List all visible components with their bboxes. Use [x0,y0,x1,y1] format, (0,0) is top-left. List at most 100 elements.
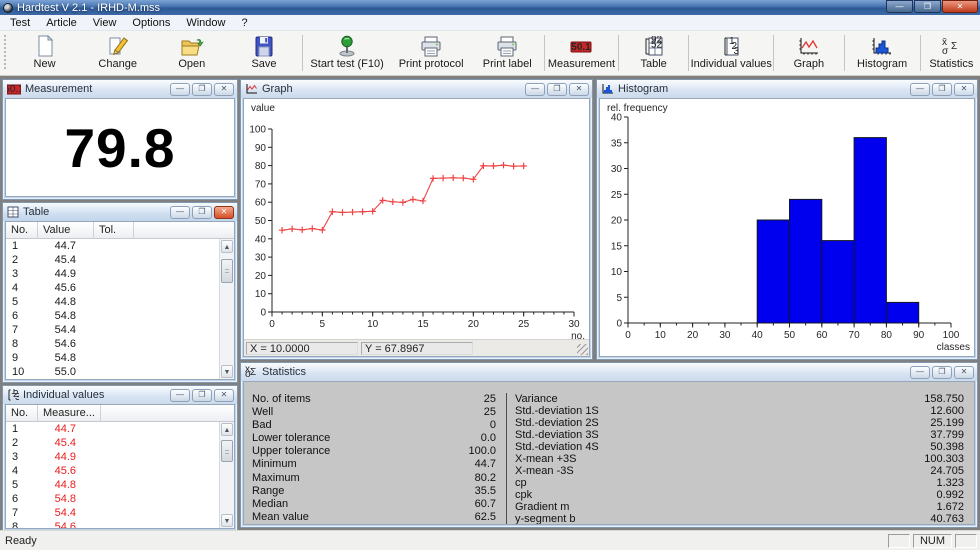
column-header-tol[interactable]: Tol. [94,222,134,238]
statistic-value: 37.799 [930,429,964,441]
statistic-label: X-mean +3S [515,453,576,465]
statistic-label: Bad [252,419,272,432]
close-button[interactable]: ✕ [954,366,974,379]
column-header-no[interactable]: No. [6,405,38,421]
statistics-window-titlebar[interactable]: x̄Σσ Statistics — ❐ ✕ [241,363,977,381]
svg-text:100: 100 [943,330,960,341]
print-label-button[interactable]: Print label [473,31,542,75]
menu-article[interactable]: Article [38,16,85,30]
change-button[interactable]: Change [80,31,155,75]
close-button[interactable]: ✕ [214,389,234,402]
close-button[interactable]: ✕ [214,206,234,219]
column-header-no[interactable]: No. [6,222,38,238]
scroll-down-arrow-icon[interactable]: ▼ [221,514,233,527]
statistic-label: Minimum [252,458,297,471]
resize-grip[interactable] [577,344,588,355]
app-titlebar[interactable]: Hardtest V 2.1 - IRHD-M.mss — ❐ ✕ [0,0,980,15]
scrollbar-thumb[interactable] [221,440,233,462]
menu-window[interactable]: Window [178,16,233,30]
start-test-button[interactable]: Start test (F10) [305,31,390,75]
maximize-button[interactable]: ❐ [192,389,212,402]
svg-text:35: 35 [611,138,623,149]
list-item[interactable]: 5 44.8 [6,295,219,309]
list-item[interactable]: 5 44.8 [6,478,219,492]
status-pane-num: NUM [913,534,952,548]
app-maximize-button[interactable]: ❐ [914,0,941,13]
statistics-view-button[interactable]: x̄Σσ Statistics [923,31,980,75]
minimize-button[interactable]: — [910,83,930,96]
list-item[interactable]: 1 44.7 [6,422,219,436]
histogram-view-button[interactable]: Histogram [846,31,917,75]
scroll-up-arrow-icon[interactable]: ▲ [221,240,233,253]
maximize-button[interactable]: ❐ [192,83,212,96]
column-header-measure[interactable]: Measure... [38,405,101,421]
list-item[interactable]: 1 44.7 [6,239,219,253]
window-title: Table [23,206,166,218]
row-value: 44.8 [38,296,76,308]
column-header-value[interactable]: Value [38,222,94,238]
print-protocol-button[interactable]: Print protocol [390,31,473,75]
menu-options[interactable]: Options [124,16,178,30]
list-item[interactable]: 10 55.0 [6,365,219,379]
app-close-button[interactable]: ✕ [942,0,978,13]
list-item[interactable]: 7 54.4 [6,506,219,520]
list-item[interactable]: 4 45.6 [6,464,219,478]
histogram-window-titlebar[interactable]: Histogram — ❐ ✕ [597,80,977,98]
menu-view[interactable]: View [85,16,125,30]
statistics-content: No. of items 25 Well 25 Bad 0 Lower tole… [243,381,975,525]
list-item[interactable]: 6 54.8 [6,309,219,323]
statistic-row: Well 25 [252,406,496,419]
table-view-button[interactable]: 9252 Table [621,31,686,75]
list-item[interactable]: 2 45.4 [6,436,219,450]
toolbar-grip[interactable] [3,35,8,71]
table-grid-icon: 9252 [644,33,664,57]
maximize-button[interactable]: ❐ [547,83,567,96]
close-button[interactable]: ✕ [954,83,974,96]
list-item[interactable]: 8 54.6 [6,337,219,351]
minimize-button[interactable]: — [910,366,930,379]
measurement-view-button[interactable]: 50.1 Measurement [547,31,616,75]
list-item[interactable]: 9 54.8 [6,351,219,365]
minimize-button[interactable]: — [525,83,545,96]
list-item[interactable]: 2 45.4 [6,253,219,267]
minimize-button[interactable]: — [170,206,190,219]
graph-view-button[interactable]: Graph [776,31,841,75]
list-item[interactable]: 3 44.9 [6,450,219,464]
save-button[interactable]: Save [228,31,299,75]
new-button[interactable]: New [9,31,80,75]
menu-test[interactable]: Test [2,16,38,30]
close-button[interactable]: ✕ [569,83,589,96]
measurement-window: 50.1 Measurement — ❐ ✕ 79.8 [2,79,238,200]
scrollbar-thumb[interactable] [221,259,233,283]
list-item[interactable]: 4 45.6 [6,281,219,295]
svg-text:30: 30 [255,253,267,264]
svg-text:60: 60 [255,198,267,209]
close-button[interactable]: ✕ [214,83,234,96]
maximize-button[interactable]: ❐ [932,366,952,379]
row-number: 8 [6,338,38,350]
minimize-button[interactable]: — [170,83,190,96]
scroll-up-arrow-icon[interactable]: ▲ [221,423,233,436]
list-item[interactable]: 7 54.4 [6,323,219,337]
statistics-sigma-icon: x̄Σσ [245,366,258,378]
individual-values-scrollbar[interactable]: ▲ ▼ [219,422,234,528]
list-item[interactable]: 6 54.8 [6,492,219,506]
individual-values-window-titlebar[interactable]: 123 Individual values — ❐ ✕ [3,386,237,404]
open-button[interactable]: Open [155,31,228,75]
measurement-window-titlebar[interactable]: 50.1 Measurement — ❐ ✕ [3,80,237,98]
table-scrollbar[interactable]: ▲ ▼ [219,239,234,379]
svg-text:5: 5 [320,319,326,330]
column-header-filler [101,405,234,421]
toolbar-separator [844,35,845,71]
list-item[interactable]: 8 54.6 [6,520,219,528]
maximize-button[interactable]: ❐ [932,83,952,96]
table-window-titlebar[interactable]: Table — ❐ ✕ [3,203,237,221]
menu-help[interactable]: ? [233,16,255,30]
graph-window-titlebar[interactable]: Graph — ❐ ✕ [241,80,592,98]
app-minimize-button[interactable]: — [886,0,913,13]
list-item[interactable]: 3 44.9 [6,267,219,281]
individual-values-view-button[interactable]: 123 Individual values [691,31,771,75]
minimize-button[interactable]: — [170,389,190,402]
maximize-button[interactable]: ❐ [192,206,212,219]
scroll-down-arrow-icon[interactable]: ▼ [221,365,233,378]
